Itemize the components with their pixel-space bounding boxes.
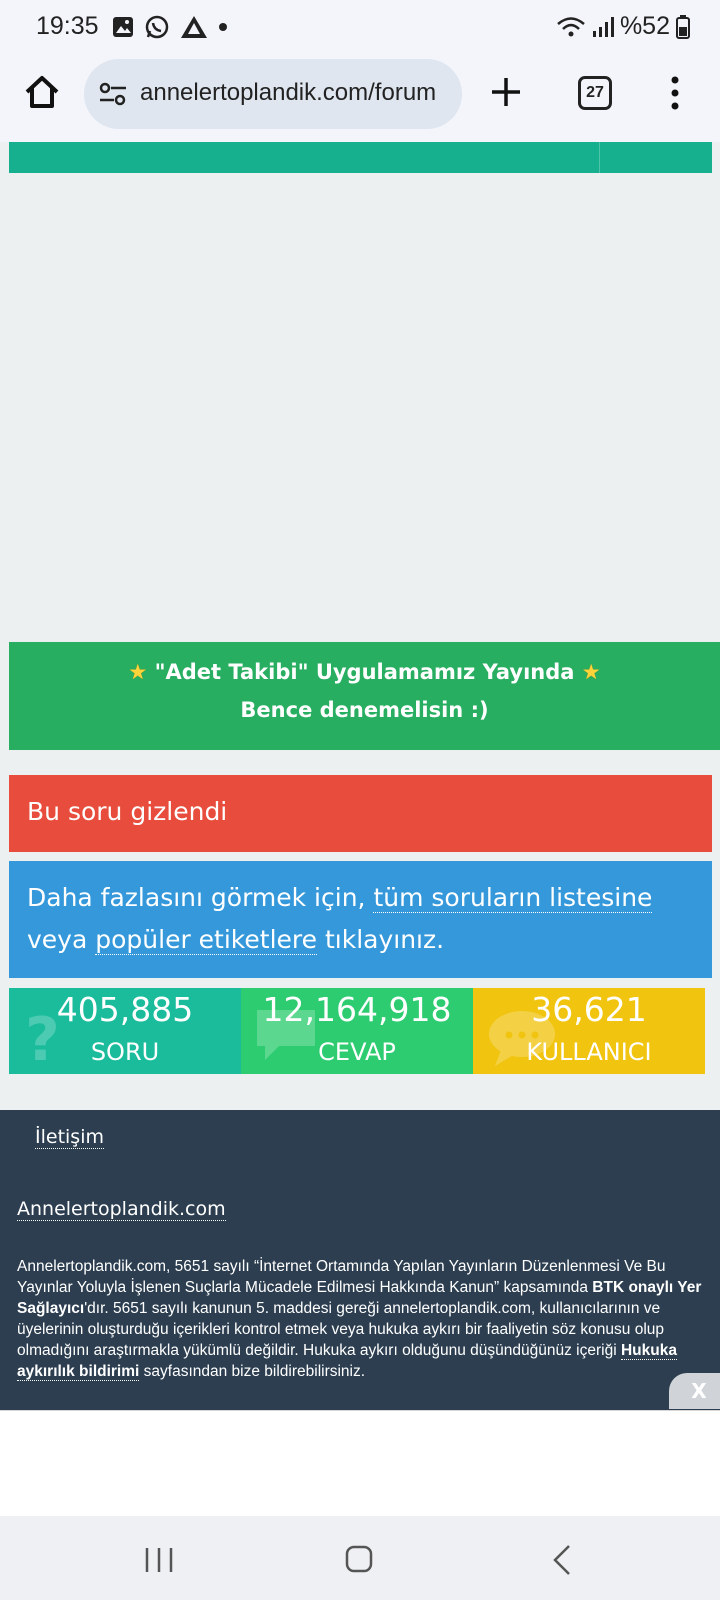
footer: İletişim Annelertoplandik.com Annelertop… [0, 1110, 720, 1410]
gallery-icon [112, 16, 134, 38]
legal-text-1: Annelertoplandik.com, 5651 sayılı “İnter… [17, 1258, 666, 1296]
more-menu-icon[interactable] [670, 76, 680, 114]
star-icon: ★ [581, 660, 601, 684]
wifi-icon [556, 16, 586, 38]
whatsapp-icon [144, 14, 170, 40]
back-icon[interactable] [552, 1544, 572, 1580]
stat-questions: ? 405,885 SORU [9, 988, 241, 1074]
legal-text-3: sayfasından bize bildirebilirsiniz. [143, 1363, 366, 1380]
recent-apps-icon[interactable] [144, 1546, 174, 1578]
star-icon: ★ [128, 660, 148, 684]
site-link[interactable]: Annelertoplandik.com [17, 1198, 226, 1221]
promo-line-2: Bence denemelisin :) [240, 698, 489, 722]
battery-icon [676, 14, 690, 39]
ad-space [0, 173, 720, 641]
clock: 19:35 [36, 12, 99, 40]
stat-users: 36,621 KULLANICI [473, 988, 705, 1074]
close-button[interactable]: X [669, 1373, 720, 1409]
answers-count: 12,164,918 [262, 990, 452, 1029]
users-count: 36,621 [531, 990, 647, 1029]
blank-area [0, 1410, 720, 1516]
status-bar: 19:35 %52 [0, 0, 720, 52]
address-bar[interactable]: annelertoplandik.com/forum [84, 59, 462, 129]
new-tab-icon[interactable] [488, 74, 524, 114]
system-nav-bar [0, 1516, 720, 1600]
info-prefix: Daha fazlasını görmek için, [27, 883, 366, 912]
dot-icon [218, 22, 228, 32]
url-text[interactable]: annelertoplandik.com/forum [140, 79, 436, 107]
legal-notice: Annelertoplandik.com, 5651 sayılı “İnter… [17, 1256, 707, 1382]
site-settings-icon[interactable] [98, 81, 128, 111]
questions-label: SORU [90, 1038, 160, 1066]
stats-bar: ? 405,885 SORU 12,164,918 CEVAP 36,621 K… [9, 988, 705, 1074]
strip-divider [599, 142, 600, 173]
answers-label: CEVAP [318, 1038, 396, 1066]
promo-title: "Adet Takibi" Uygulamamız Yayında [154, 660, 575, 684]
contact-link[interactable]: İletişim [35, 1126, 104, 1149]
stat-answers: 12,164,918 CEVAP [241, 988, 473, 1074]
users-label: KULLANICI [526, 1038, 652, 1066]
battery-percent: %52 [619, 12, 670, 40]
info-mid: veya [27, 925, 88, 954]
tab-switcher-button[interactable]: 27 [578, 76, 612, 110]
questions-count: 405,885 [56, 990, 194, 1029]
legal-text-2: 'dır. 5651 sayılı kanunun 5. maddesi ger… [17, 1300, 665, 1359]
home-icon[interactable] [22, 72, 64, 114]
promo-line-1: ★ "Adet Takibi" Uygulamamız Yayında ★ [9, 660, 720, 684]
info-suffix: tıklayınız. [324, 925, 445, 954]
browser-toolbar: annelertoplandik.com/forum 27 [0, 52, 720, 142]
signal-icon [592, 16, 614, 38]
popular-tags-link[interactable]: popüler etiketlere [95, 925, 318, 955]
home-nav-icon[interactable] [344, 1544, 374, 1578]
top-nav-strip [9, 142, 712, 173]
promo-banner[interactable]: ★ "Adet Takibi" Uygulamamız Yayında ★ Be… [9, 642, 720, 750]
all-questions-link[interactable]: tüm soruların listesine [373, 883, 653, 913]
drive-icon [180, 15, 208, 39]
more-info-box: Daha fazlasını görmek için, tüm soruları… [9, 861, 712, 978]
hidden-question-notice: Bu soru gizlendi [9, 775, 712, 852]
